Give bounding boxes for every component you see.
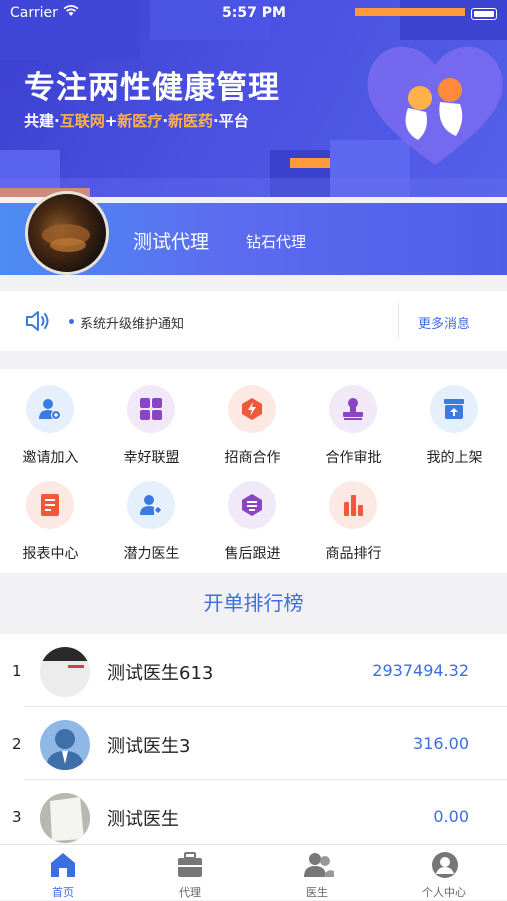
menu-item-investment[interactable]: 招商合作 (202, 369, 303, 466)
agent-level: 钻石代理 (246, 233, 307, 251)
order-amount: 2937494.32 (372, 661, 469, 680)
tab-profile[interactable]: 个人中心 (381, 845, 507, 901)
doctor-avatar (40, 647, 90, 697)
lightning-icon (228, 385, 276, 433)
doctor-name: 测试医生613 (107, 663, 214, 684)
more-messages-link[interactable]: 更多消息 (418, 313, 470, 332)
clock: 5:57 PM (222, 5, 286, 21)
stamp-icon (329, 385, 377, 433)
tab-bar: 首页 代理 医生 个人中心 (0, 844, 507, 900)
tab-label: 首页 (52, 886, 74, 899)
wifi-icon (63, 5, 79, 21)
menu-label: 售后跟进 (224, 546, 281, 562)
divider (398, 303, 399, 339)
after-sale-icon (228, 481, 276, 529)
banner-subtitle: 共建·互联网+新医疗·新医药·平台 (24, 110, 249, 131)
order-amount: 316.00 (413, 734, 469, 753)
speaker-icon (24, 309, 52, 337)
doctor-name: 测试医生3 (107, 736, 191, 757)
menu-item-potential-doctor[interactable]: 潜力医生 (101, 465, 202, 562)
report-icon (26, 481, 74, 529)
heart-logo-icon (360, 30, 507, 180)
doctor-name: 测试医生 (107, 809, 179, 830)
menu-label: 幸好联盟 (123, 450, 180, 466)
battery-icon (471, 8, 497, 20)
carrier-label: Carrier (10, 5, 58, 21)
doctor-icon (127, 481, 175, 529)
rank-number: 1 (12, 662, 22, 680)
agent-name: 测试代理 (133, 231, 210, 253)
notice-bar[interactable]: 系统升级维护通知 更多消息 (0, 291, 507, 351)
home-icon (50, 851, 76, 883)
doctors-icon (304, 851, 334, 883)
subtitle-part-highlight: 新医药 (168, 112, 214, 130)
menu-label: 潜力医生 (123, 546, 180, 562)
bullet-dot (69, 319, 74, 324)
order-amount: 0.00 (433, 807, 469, 826)
doctor-avatar (40, 720, 90, 770)
person-icon (431, 851, 459, 883)
bar-chart-icon (329, 481, 377, 529)
menu-item-reports[interactable]: 报表中心 (0, 465, 101, 562)
avatar-photo-detail (50, 238, 86, 252)
menu-item-my-listing[interactable]: 我的上架 (404, 369, 505, 466)
invite-user-icon (26, 385, 74, 433)
menu-item-invite[interactable]: 邀请加入 (0, 369, 101, 466)
menu-label: 商品排行 (325, 546, 382, 562)
menu-grid: 邀请加入 幸好联盟 招商合作 合作审批 我的上架 报表中心 潜力医生 售后跟进 … (0, 369, 507, 573)
ranking-row[interactable]: 1 测试医生613 2937494.32 (0, 634, 507, 707)
doctor-avatar (40, 793, 90, 843)
ranking-list: 1 测试医生613 2937494.32 2 测试医生3 316.00 3 测试… (0, 634, 507, 844)
shelf-upload-icon (430, 385, 478, 433)
tab-agent[interactable]: 代理 (127, 845, 253, 901)
subtitle-part-highlight: 新医疗 (117, 112, 163, 130)
tab-label: 代理 (179, 886, 201, 899)
menu-label: 我的上架 (426, 450, 483, 466)
menu-item-product-ranking[interactable]: 商品排行 (303, 465, 404, 562)
tab-label: 医生 (306, 886, 328, 899)
ranking-row[interactable]: 2 测试医生3 316.00 (0, 707, 507, 780)
ranking-row[interactable]: 3 测试医生 0.00 (0, 780, 507, 844)
menu-label: 报表中心 (22, 546, 79, 562)
menu-label: 合作审批 (325, 450, 382, 466)
banner-title: 专注两性健康管理 (24, 70, 280, 106)
menu-label: 邀请加入 (22, 450, 79, 466)
menu-item-approval[interactable]: 合作审批 (303, 369, 404, 466)
tab-home[interactable]: 首页 (0, 845, 126, 901)
subtitle-part: 共建· (24, 112, 60, 130)
tab-label: 个人中心 (422, 886, 466, 899)
menu-label: 招商合作 (224, 450, 281, 466)
briefcase-icon (177, 851, 203, 883)
menu-item-alliance[interactable]: 幸好联盟 (101, 369, 202, 466)
subtitle-part: + (104, 112, 118, 130)
banner[interactable]: 专注两性健康管理 共建·互联网+新医疗·新医药·平台 (0, 0, 507, 197)
status-bar: Carrier 5:57 PM (0, 0, 507, 28)
rank-number: 2 (12, 735, 22, 753)
notice-text[interactable]: 系统升级维护通知 (80, 313, 184, 332)
tab-doctors[interactable]: 医生 (254, 845, 380, 901)
subtitle-part-highlight: 互联网 (59, 112, 105, 130)
avatar[interactable] (25, 191, 109, 275)
ranking-title: 开单排行榜 (0, 573, 507, 634)
menu-item-after-sale[interactable]: 售后跟进 (202, 465, 303, 562)
subtitle-part: ·平台 (213, 112, 249, 130)
grid-icon (127, 385, 175, 433)
rank-number: 3 (12, 808, 22, 826)
